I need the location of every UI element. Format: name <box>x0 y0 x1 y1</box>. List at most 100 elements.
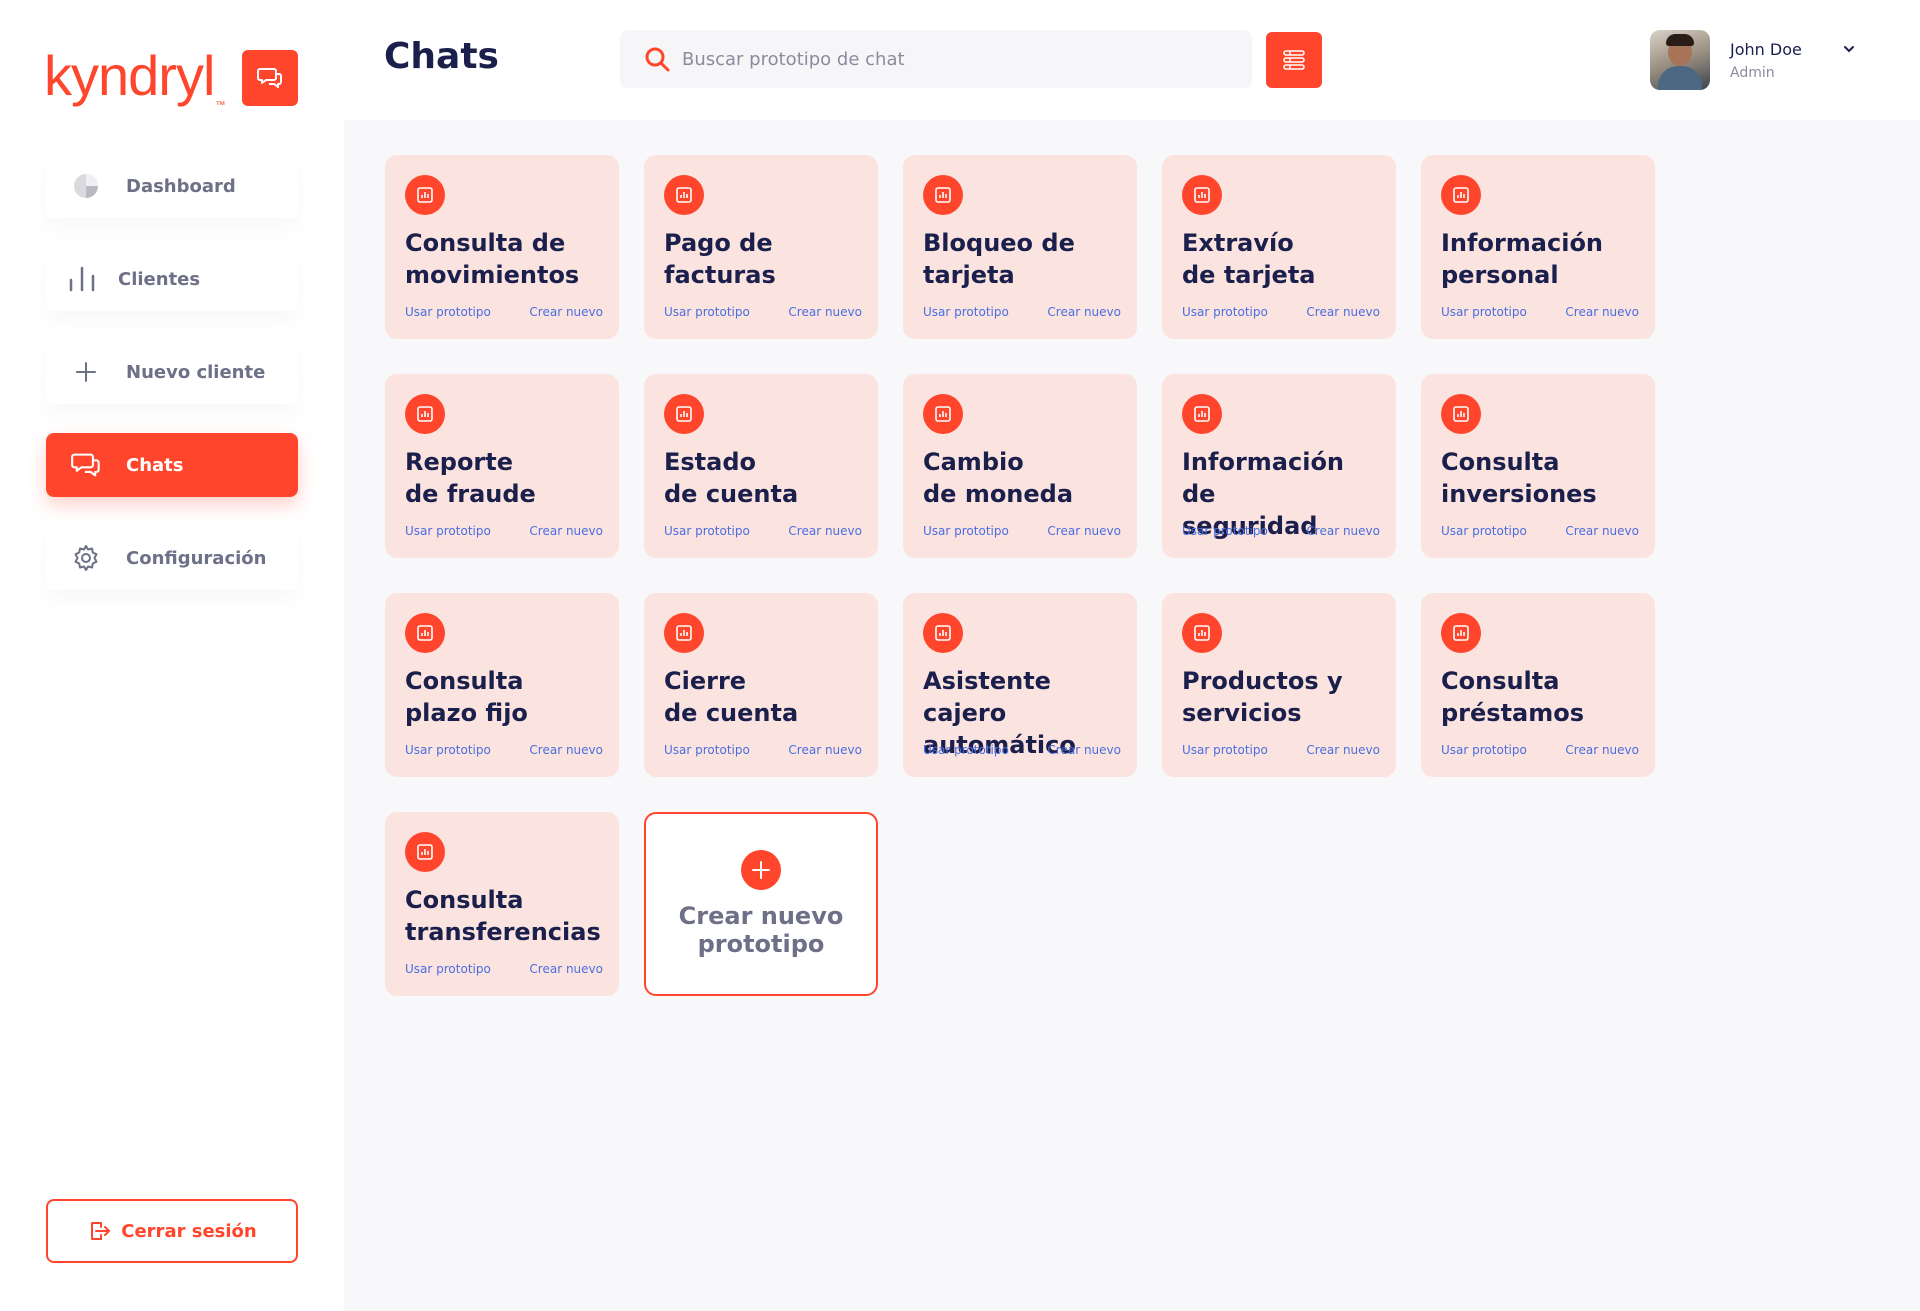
use-prototype-link[interactable]: Usar prototipo <box>923 305 1009 319</box>
kyndryl-logo[interactable]: kyndryl™ <box>44 46 225 112</box>
chat-shortcut-button[interactable] <box>242 50 298 106</box>
use-prototype-link[interactable]: Usar prototipo <box>1441 743 1527 757</box>
chart-icon <box>1182 613 1222 653</box>
use-prototype-link[interactable]: Usar prototipo <box>405 524 491 538</box>
use-prototype-link[interactable]: Usar prototipo <box>1441 305 1527 319</box>
use-prototype-link[interactable]: Usar prototipo <box>923 524 1009 538</box>
sidebar-item-label: Dashboard <box>126 175 236 197</box>
card-title: Estado de cuenta <box>664 448 799 508</box>
search-bar[interactable] <box>620 30 1252 88</box>
use-prototype-link[interactable]: Usar prototipo <box>664 305 750 319</box>
prototype-card[interactable]: Cambio de moneda Usar prototipo Crear nuev… <box>903 374 1137 558</box>
card-title: Extravío de tarjeta <box>1182 229 1316 289</box>
create-new-link[interactable]: Crear nuevo <box>1565 743 1639 757</box>
create-new-link[interactable]: Crear nuevo <box>1047 743 1121 757</box>
chart-icon <box>664 175 704 215</box>
avatar <box>1650 30 1710 90</box>
sidebar-item-label: Chats <box>126 454 184 476</box>
create-new-link[interactable]: Crear nuevo <box>1047 524 1121 538</box>
chart-icon <box>923 613 963 653</box>
prototype-card[interactable]: Consulta de movimientos Usar prototipo Cre… <box>385 155 619 339</box>
prototype-card[interactable]: Consulta préstamos Usar prototipo Crear nu… <box>1421 593 1655 777</box>
use-prototype-link[interactable]: Usar prototipo <box>1182 743 1268 757</box>
prototype-card[interactable]: Bloqueo de tarjeta Usar prototipo Crear nu… <box>903 155 1137 339</box>
prototype-card[interactable]: Consulta transferencias Usar prototipo Cre… <box>385 812 619 996</box>
header: Chats John Doe Admin <box>344 0 1920 120</box>
card-title: Consulta de movimientos <box>405 229 580 289</box>
create-new-link[interactable]: Crear nuevo <box>1047 305 1121 319</box>
prototype-card[interactable]: Productos y servicios Usar prototipo Crear… <box>1162 593 1396 777</box>
use-prototype-link[interactable]: Usar prototipo <box>1182 305 1268 319</box>
sidebar-item-nuevo-cliente[interactable]: Nuevo cliente <box>46 340 298 404</box>
bar-chart-icon <box>69 266 95 292</box>
create-new-link[interactable]: Crear nuevo <box>1565 524 1639 538</box>
use-prototype-link[interactable]: Usar prototipo <box>405 743 491 757</box>
prototype-card[interactable]: Pago de facturas Usar prototipo Crear nuev… <box>644 155 878 339</box>
logo-trademark: ™ <box>215 100 225 111</box>
chart-icon <box>405 175 445 215</box>
search-icon <box>645 47 670 72</box>
sidebar-item-label: Clientes <box>118 268 201 290</box>
filter-button[interactable] <box>1266 32 1322 88</box>
create-new-link[interactable]: Crear nuevo <box>1306 305 1380 319</box>
pie-chart-icon <box>74 174 98 198</box>
create-new-link[interactable]: Crear nuevo <box>529 524 603 538</box>
create-new-link[interactable]: Crear nuevo <box>529 743 603 757</box>
use-prototype-link[interactable]: Usar prototipo <box>664 743 750 757</box>
sidebar-item-chats[interactable]: Chats <box>46 433 298 497</box>
use-prototype-link[interactable]: Usar prototipo <box>664 524 750 538</box>
prototype-card[interactable]: Información de seguridad Usar prototipo Cr… <box>1162 374 1396 558</box>
create-new-link[interactable]: Crear nuevo <box>788 524 862 538</box>
chat-bubbles-icon <box>71 453 100 477</box>
chart-icon <box>405 394 445 434</box>
use-prototype-link[interactable]: Usar prototipo <box>1441 524 1527 538</box>
create-new-link[interactable]: Crear nuevo <box>529 962 603 976</box>
sidebar-item-configuracion[interactable]: Configuración <box>46 526 298 590</box>
logout-button[interactable]: Cerrar sesión <box>46 1199 298 1263</box>
sidebar-nav: Dashboard Clientes Nuevo cliente Chats C… <box>46 154 298 619</box>
sidebar-item-dashboard[interactable]: Dashboard <box>46 154 298 218</box>
prototype-card[interactable]: Información personal Usar prototipo Crear … <box>1421 155 1655 339</box>
use-prototype-link[interactable]: Usar prototipo <box>923 743 1009 757</box>
chart-icon <box>1441 613 1481 653</box>
chart-icon <box>405 613 445 653</box>
card-title: Pago de facturas <box>664 229 776 289</box>
use-prototype-link[interactable]: Usar prototipo <box>405 305 491 319</box>
create-prototype-card[interactable]: Crear nuevo prototipo <box>644 812 878 996</box>
card-title: Consulta plazo fijo <box>405 667 528 727</box>
prototype-card[interactable]: Consulta plazo fijo Usar prototipo Crear n… <box>385 593 619 777</box>
prototype-card[interactable]: Reporte de fraude Usar prototipo Crear nue… <box>385 374 619 558</box>
use-prototype-link[interactable]: Usar prototipo <box>1182 524 1268 538</box>
card-title: Consulta préstamos <box>1441 667 1585 727</box>
plus-icon <box>741 850 781 890</box>
card-title: Reporte de fraude <box>405 448 536 508</box>
create-new-link[interactable]: Crear nuevo <box>1306 524 1380 538</box>
prototype-card[interactable]: Asistente cajero automático Usar prototip… <box>903 593 1137 777</box>
use-prototype-link[interactable]: Usar prototipo <box>405 962 491 976</box>
card-title: Información personal <box>1441 229 1604 289</box>
create-new-link[interactable]: Crear nuevo <box>788 743 862 757</box>
card-title: Asistente cajero automático <box>923 667 1076 759</box>
chart-icon <box>664 394 704 434</box>
card-title: Consulta transferencias <box>405 886 601 946</box>
search-input[interactable] <box>682 48 1242 70</box>
card-title: Información de seguridad <box>1182 448 1345 540</box>
chat-bubbles-icon <box>257 68 282 88</box>
chart-icon <box>923 175 963 215</box>
prototype-card[interactable]: Cierre de cuenta Usar prototipo Crear nuev… <box>644 593 878 777</box>
sidebar-item-clientes[interactable]: Clientes <box>46 247 298 311</box>
card-title: Cierre de cuenta <box>664 667 799 727</box>
card-title: Cambio de moneda <box>923 448 1074 508</box>
chevron-down-icon[interactable] <box>1842 44 1856 54</box>
prototype-card[interactable]: Estado de cuenta Usar prototipo Crear nuev… <box>644 374 878 558</box>
create-new-link[interactable]: Crear nuevo <box>1306 743 1380 757</box>
gear-icon <box>74 545 98 571</box>
prototype-card[interactable]: Consulta inversiones Usar prototipo Crear … <box>1421 374 1655 558</box>
card-title: Productos y servicios <box>1182 667 1343 727</box>
user-menu[interactable]: John Doe Admin <box>1650 30 1856 90</box>
create-new-link[interactable]: Crear nuevo <box>1565 305 1639 319</box>
prototype-card[interactable]: Extravío de tarjeta Usar prototipo Crear n… <box>1162 155 1396 339</box>
create-new-link[interactable]: Crear nuevo <box>529 305 603 319</box>
user-name: John Doe <box>1730 39 1802 59</box>
create-new-link[interactable]: Crear nuevo <box>788 305 862 319</box>
